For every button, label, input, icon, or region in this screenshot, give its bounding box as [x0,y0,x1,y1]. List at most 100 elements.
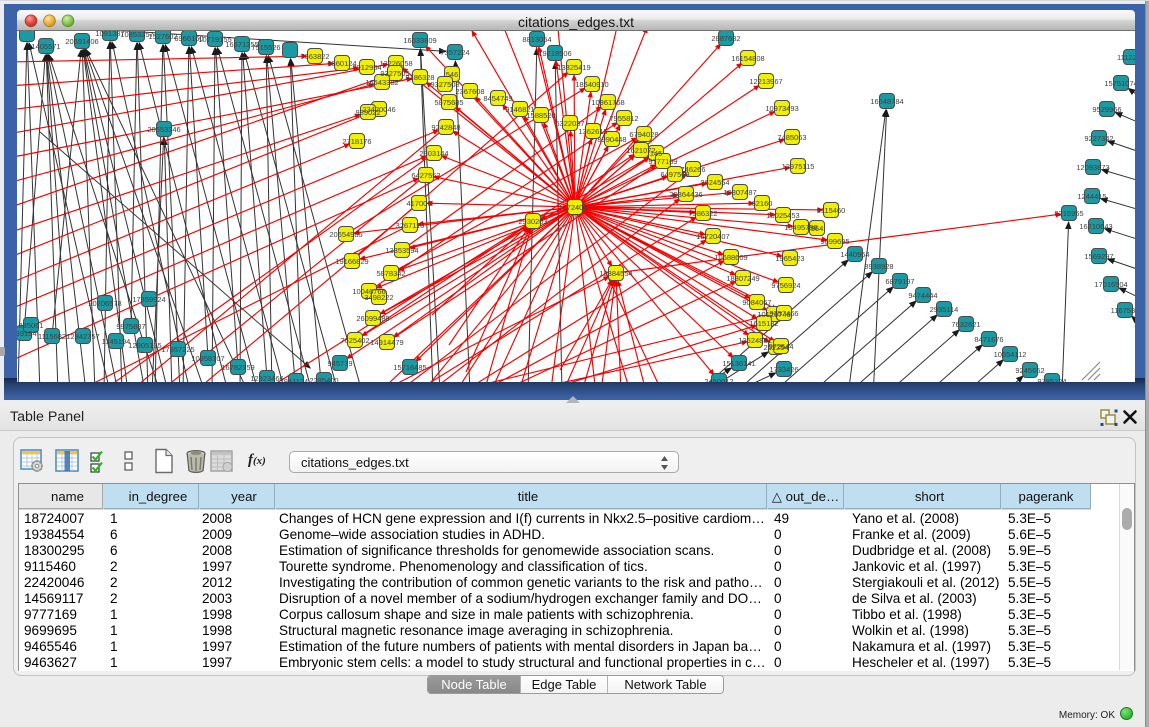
svg-text:19166829: 19166829 [335,257,368,266]
svg-text:16154808: 16154808 [731,54,764,63]
svg-text:16210643: 16210643 [1079,222,1112,231]
svg-text:2930203: 2930203 [518,217,547,226]
svg-text:945779: 945779 [327,359,352,368]
svg-text:9227342: 9227342 [1084,134,1113,143]
svg-text:12975115: 12975115 [782,162,815,171]
svg-text:9474444: 9474444 [908,291,937,300]
svg-text:26099489: 26099489 [356,314,389,323]
svg-text:16543382: 16543382 [365,78,398,87]
svg-text:1112263: 1112263 [1117,53,1135,62]
svg-text:7625402: 7625402 [340,336,369,345]
svg-text:12213967: 12213967 [749,77,782,86]
svg-text:9975887: 9975887 [116,322,145,331]
svg-text:9242848: 9242848 [431,123,460,132]
svg-text:62160: 62160 [752,199,773,208]
svg-text:8454749: 8454749 [483,94,512,103]
svg-text:1733426: 1733426 [769,365,798,374]
svg-text:1244415: 1244415 [1077,192,1106,201]
svg-text:12942757: 12942757 [66,332,99,341]
svg-text:939154: 939154 [17,329,37,338]
svg-text:10961768: 10961768 [591,98,624,107]
svg-text:1115682: 1115682 [38,332,66,341]
svg-text:941124: 941124 [284,377,308,382]
svg-text:15136141: 15136141 [722,359,755,368]
svg-text:16033809: 16033809 [403,36,436,45]
svg-text:7515526: 7515526 [251,43,280,52]
svg-text:6794028: 6794028 [629,130,658,139]
svg-text:9245652: 9245652 [1015,366,1044,375]
svg-text:19384554: 19384554 [599,269,632,278]
svg-text:1145194: 1145194 [102,337,131,346]
svg-text:2803144: 2803144 [419,149,448,158]
svg-text:7955812: 7955812 [609,114,638,123]
svg-text:1615132: 1615132 [749,319,778,328]
svg-text:10958107: 10958107 [191,354,224,363]
svg-text:989022: 989022 [355,108,380,117]
svg-text:835061: 835061 [18,321,43,330]
svg-text:2935114: 2935114 [930,305,959,314]
svg-text:20364436: 20364436 [669,190,702,199]
svg-text:10025453: 10025453 [766,211,799,220]
svg-text:2450012: 2450012 [704,377,733,382]
svg-text:7485063: 7485063 [777,133,806,142]
svg-text:10688609: 10688609 [714,253,747,262]
svg-text:18640910: 18640910 [575,80,608,89]
svg-text:6879197: 6879197 [885,277,914,286]
svg-text:1527602: 1527602 [148,32,177,41]
svg-text:3267110: 3267110 [396,221,425,230]
svg-text:15716485: 15716485 [393,363,426,372]
svg-text:2367608: 2367608 [455,87,484,96]
svg-text:7986322: 7986322 [688,209,717,218]
svg-text:2718176: 2718176 [342,137,371,146]
svg-text:6427552: 6427552 [411,171,440,180]
svg-text:7357224: 7357224 [440,48,469,57]
svg-text:6497568: 6497568 [660,170,689,179]
svg-text:19218506: 19218506 [538,49,571,58]
svg-text:8471676: 8471676 [974,335,1003,344]
svg-text:16782759: 16782759 [221,363,254,372]
svg-text:17359924: 17359924 [132,295,165,304]
svg-text:8912954: 8912954 [352,63,381,72]
svg-text:20691406: 20691406 [65,37,98,46]
svg-text:8990448: 8990448 [597,135,626,144]
svg-text:3624554: 3624554 [700,178,729,187]
svg-text:7663822: 7663822 [300,52,329,61]
svg-text:16648784: 16648784 [870,97,903,106]
svg-text:9115460: 9115460 [817,206,846,215]
svg-text:20206578: 20206578 [88,299,121,308]
svg-text:1569297: 1569297 [1084,252,1113,261]
svg-text:3498222: 3498222 [364,293,393,302]
svg-text:9785224: 9785224 [1037,377,1066,382]
svg-text:5878342: 5878342 [376,269,405,278]
svg-text:8215955: 8215955 [1054,209,1083,218]
svg-text:12905135: 12905135 [128,341,161,350]
svg-text:2887682: 2887682 [711,34,740,43]
svg-text:9757466: 9757466 [769,309,798,318]
svg-text:13325419: 13325419 [557,63,590,72]
svg-text:9529966: 9529966 [1092,105,1121,114]
svg-text:15720407: 15720407 [696,232,729,241]
svg-text:12093873: 12093873 [1076,163,1109,172]
svg-text:14914479: 14914479 [370,338,403,347]
svg-text:9699695: 9699695 [820,237,849,246]
svg-text:20654985: 20654985 [329,230,362,239]
svg-text:2285400: 2285400 [309,376,338,382]
svg-text:17016504: 17016504 [1094,280,1127,289]
svg-text:18807249: 18807249 [726,274,759,283]
svg-text:1965423: 1965423 [775,254,804,263]
svg-text:10807487: 10807487 [723,188,756,197]
svg-text:964: 964 [811,224,824,233]
svg-text:1440954: 1440954 [840,250,869,259]
svg-text:9084067: 9084067 [742,298,771,307]
svg-text:417006: 417006 [406,199,431,208]
svg-text:8938928: 8938928 [864,262,893,271]
svg-text:8813054: 8813054 [522,35,551,44]
svg-text:17957225: 17957225 [161,345,194,354]
svg-text:12923466: 12923466 [250,374,283,382]
svg-text:18724007: 18724007 [558,203,591,212]
svg-text:972544: 972544 [768,342,793,351]
svg-text:10973493: 10973493 [765,104,798,113]
svg-text:1167534: 1167534 [1111,306,1135,315]
svg-text:20653346: 20653346 [147,125,180,134]
svg-text:1588520: 1588520 [526,111,555,120]
